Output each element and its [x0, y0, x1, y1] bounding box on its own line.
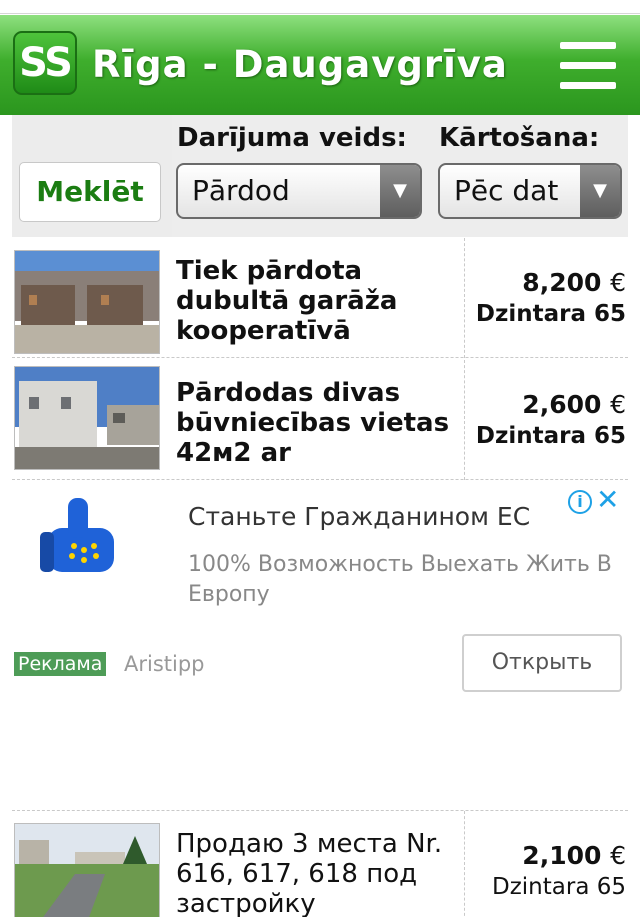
listing-thumbnail[interactable]	[14, 366, 160, 470]
site-header: SS Rīga - Daugavgrīva	[0, 15, 640, 115]
listing-thumbnail[interactable]	[14, 823, 160, 917]
close-icon[interactable]: ✕	[596, 486, 619, 514]
listing-title[interactable]: Pārdodas divas būvniecības vietas 42м2 a…	[176, 378, 456, 468]
thumbs-up-eu-icon[interactable]	[40, 494, 120, 580]
listing-price: 8,200 €	[522, 268, 626, 297]
menu-bar	[560, 82, 616, 89]
sort-label: Kārtošana:	[439, 123, 600, 153]
listing-price-cell: 2,600 € Dzintara 65	[464, 360, 628, 480]
browser-top-strip	[0, 0, 640, 14]
promo-tag: Реклама	[14, 652, 107, 676]
search-cell: Meklēt	[12, 115, 172, 237]
listing-price: 2,100 €	[522, 841, 626, 870]
sort-select[interactable]: Pēc dat ▼	[438, 163, 622, 219]
promo-block: Станьте Гражданином ЕС 100% Возможность …	[12, 482, 628, 812]
ss-logo[interactable]: SS	[13, 31, 77, 95]
deal-type-label: Darījuma veids:	[177, 123, 407, 153]
menu-bar	[560, 62, 616, 69]
search-button[interactable]: Meklēt	[19, 162, 161, 222]
listing-row[interactable]: Tiek pārdota dubultā garāža kooperatīvā …	[12, 238, 628, 358]
page-title: Rīga - Daugavgrīva	[92, 43, 508, 86]
listing-price-cell: 8,200 € Dzintara 65	[464, 238, 628, 358]
info-icon[interactable]: i	[568, 490, 592, 514]
listing-price-cell: 2,100 € Dzintara 65	[464, 811, 628, 917]
listing-street: Dzintara 65	[475, 423, 626, 449]
menu-bar	[560, 42, 616, 49]
listing-street: Dzintara 65	[492, 874, 626, 900]
listing-title[interactable]: Tiek pārdota dubultā garāža kooperatīvā	[176, 256, 456, 346]
sort-value: Pēc dat	[454, 174, 559, 207]
promo-text: 100% Возможность Выехать Жить В Европу	[188, 552, 612, 607]
listing-thumbnail[interactable]	[14, 250, 160, 354]
dropdown-arrow-icon: ▼	[580, 165, 620, 217]
listing-title[interactable]: Продаю 3 места Nr. 616, 617, 618 под зас…	[176, 829, 456, 917]
dropdown-arrow-icon: ▼	[380, 165, 420, 217]
promo-open-button[interactable]: Открыть	[462, 634, 622, 692]
listing-price: 2,600 €	[522, 390, 626, 419]
promo-title[interactable]: Станьте Гражданином ЕС	[188, 502, 530, 531]
deal-type-value: Pārdod	[192, 174, 290, 207]
promo-source: Aristipp	[124, 652, 205, 676]
listing-street: Dzintara 65	[475, 301, 626, 327]
filter-bar: Meklēt Darījuma veids: Pārdod ▼ Kārtošan…	[12, 115, 628, 237]
listing-row[interactable]: Продаю 3 места Nr. 616, 617, 618 под зас…	[12, 811, 628, 917]
hamburger-menu-icon[interactable]	[556, 38, 622, 94]
listing-row[interactable]: Pārdodas divas būvniecības vietas 42м2 a…	[12, 360, 628, 480]
deal-type-select[interactable]: Pārdod ▼	[176, 163, 422, 219]
